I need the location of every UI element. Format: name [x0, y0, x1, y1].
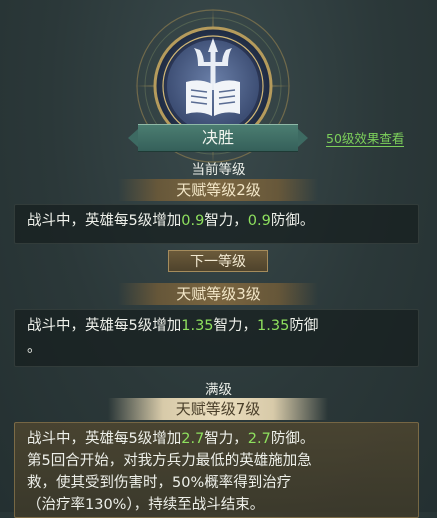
next-def-value: 1.35 — [257, 318, 290, 334]
next-effect-text: 。 — [27, 340, 42, 356]
max-tier-banner: 天赋等级7级 — [108, 398, 328, 420]
max-effect-text: 防御。 — [270, 431, 315, 447]
max-effect-line: （治疗率130%），持续至战斗结束。 — [27, 497, 265, 513]
next-tier-label: 天赋等级3级 — [176, 285, 261, 303]
next-level-heading: 下一等级 — [168, 250, 268, 272]
current-level-heading: 当前等级 — [191, 162, 246, 178]
max-effect-box: 战斗中，英雄每5级增加2.7智力，2.7防御。 第5回合开始，对我方兵力最低的英… — [14, 422, 419, 518]
max-int-value: 2.7 — [181, 431, 205, 447]
current-int-value: 0.9 — [181, 213, 205, 229]
next-effect-text: 战斗中，英雄每5级增加 — [27, 318, 182, 334]
current-effect-text: 防御。 — [270, 213, 315, 229]
current-tier-label: 天赋等级2级 — [176, 181, 261, 199]
talent-name-plate: 决胜 — [128, 124, 308, 152]
max-level-heading: 满级 — [205, 382, 232, 398]
trident-book-emblem-icon — [135, 8, 291, 164]
next-effect-text: 智力， — [213, 318, 258, 334]
current-effect-box: 战斗中，英雄每5级增加0.9智力，0.9防御。 — [14, 204, 419, 244]
current-tier-banner: 天赋等级2级 — [0, 179, 437, 201]
max-effect-line: 第5回合开始，对我方兵力最低的英雄施加急 — [27, 453, 312, 469]
talent-name: 决胜 — [201, 128, 234, 147]
next-int-value: 1.35 — [181, 318, 214, 334]
max-effect-text: 战斗中，英雄每5级增加 — [27, 431, 182, 447]
next-effect-box: 战斗中，英雄每5级增加1.35智力，1.35防御。 — [14, 309, 419, 367]
current-effect-text: 战斗中，英雄每5级增加 — [27, 213, 182, 229]
next-effect-text: 防御 — [289, 318, 319, 334]
max-tier-label: 天赋等级7级 — [175, 400, 261, 418]
max-effect-line: 救，使其受到伤害时，50%概率得到治疗 — [27, 475, 292, 491]
max-def-value: 2.7 — [247, 431, 271, 447]
next-tier-banner: 天赋等级3级 — [0, 283, 437, 305]
current-effect-text: 智力， — [204, 213, 248, 229]
current-def-value: 0.9 — [247, 213, 271, 229]
max-effect-text: 智力， — [204, 431, 248, 447]
view-level-50-link[interactable]: 50级效果查看 — [326, 131, 405, 147]
